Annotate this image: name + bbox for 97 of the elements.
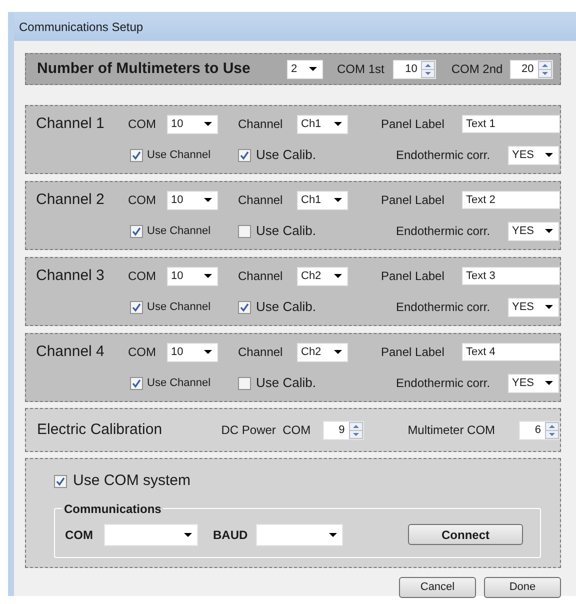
checkbox-label: Use Channel	[147, 148, 211, 163]
label: Panel Label	[381, 116, 446, 133]
dropdown[interactable]: YES	[508, 298, 559, 316]
checkmark-icon	[132, 302, 141, 312]
checkbox-label: Use Channel	[147, 224, 211, 239]
checkbox[interactable]	[130, 300, 143, 314]
dropdown[interactable]: Ch2	[297, 266, 348, 286]
checkbox[interactable]	[130, 376, 143, 390]
dropdown-caret-icon	[545, 229, 553, 233]
label: BAUD	[213, 526, 249, 544]
dropdown[interactable]: Ch2	[297, 342, 348, 362]
spin-field[interactable]: 6	[519, 420, 560, 440]
label: DC Power COM	[221, 422, 312, 439]
dropdown-caret-icon	[329, 532, 337, 536]
label: COM	[128, 268, 157, 285]
checkbox-label: Use Calib.	[256, 146, 316, 164]
label: Endothermic corr.	[396, 147, 492, 164]
spin-arrows-icon[interactable]	[421, 60, 436, 78]
checkbox-label: Use Calib.	[256, 374, 316, 392]
label: Panel Label	[381, 344, 446, 361]
connect-button[interactable]: Connect	[408, 524, 523, 545]
label: Endothermic corr.	[396, 299, 492, 316]
dialog-button[interactable]: Done	[484, 577, 561, 598]
checkmark-icon	[56, 476, 65, 486]
checkbox[interactable]	[54, 474, 67, 488]
label: COM 1st	[337, 61, 384, 78]
label: COM	[128, 344, 157, 361]
channel-title: Channel 3	[36, 266, 106, 286]
checkbox-label: Use Calib.	[256, 222, 316, 240]
dropdown[interactable]: 10	[167, 342, 218, 362]
dialog-button[interactable]: Cancel	[399, 577, 476, 598]
dropdown[interactable]: 10	[167, 114, 218, 134]
dropdown-caret-icon	[545, 381, 553, 385]
channel-title: Channel 1	[36, 114, 106, 134]
spin-arrows-icon[interactable]	[348, 422, 363, 438]
checkmark-icon	[132, 150, 141, 160]
dropdown[interactable]: Ch1	[297, 190, 348, 210]
label: COM 2nd	[451, 61, 503, 78]
label: Channel	[238, 268, 284, 285]
dropdown-caret-icon	[334, 274, 342, 278]
dropdown-caret-icon	[184, 532, 192, 536]
label: Endothermic corr.	[396, 375, 492, 392]
dropdown-caret-icon	[204, 198, 212, 202]
dropdown[interactable]: YES	[508, 222, 559, 240]
spin-field[interactable]: 10	[393, 60, 436, 78]
dropdown[interactable]: 10	[167, 266, 218, 286]
label: Endothermic corr.	[396, 223, 492, 240]
label: Panel Label	[381, 192, 446, 209]
dropdown[interactable]: YES	[508, 146, 559, 164]
checkbox-label: Use Channel	[147, 300, 211, 315]
window-title: Communications Setup	[19, 19, 144, 36]
dropdown-caret-icon	[334, 122, 342, 126]
text-field[interactable]: Text 3	[462, 267, 560, 285]
dropdown-caret-icon	[334, 350, 342, 354]
dropdown-caret-icon	[204, 350, 212, 354]
checkbox[interactable]	[238, 224, 251, 238]
dropdown-caret-icon	[204, 274, 212, 278]
checkbox-label: Use Channel	[147, 376, 211, 391]
label: Channel	[238, 192, 284, 209]
channel-title: Channel 4	[36, 342, 106, 362]
label: COM	[128, 192, 157, 209]
label: COM	[65, 526, 94, 544]
checkmark-icon	[240, 150, 249, 160]
section-title: Number of Multimeters to Use	[37, 58, 252, 79]
checkmark-icon	[240, 302, 249, 312]
label: COM	[128, 116, 157, 133]
checkbox[interactable]	[238, 148, 251, 162]
spin-arrows-icon[interactable]	[538, 60, 552, 78]
dropdown[interactable]: 10	[167, 190, 218, 210]
checkbox-label: Use COM system	[73, 471, 191, 491]
label: Channel	[238, 116, 284, 133]
dropdown[interactable]: Ch1	[297, 114, 348, 134]
checkbox[interactable]	[130, 224, 143, 238]
dropdown-caret-icon	[545, 305, 553, 309]
text-field[interactable]: Text 4	[462, 343, 560, 361]
label: Multimeter COM	[408, 422, 496, 439]
dropdown-caret-icon	[309, 67, 317, 71]
spin-field[interactable]: 9	[322, 420, 364, 440]
dropdown[interactable]: YES	[508, 374, 559, 392]
checkmark-icon	[132, 378, 141, 388]
checkmark-icon	[132, 226, 141, 236]
spin-arrows-icon[interactable]	[545, 422, 559, 438]
text-field[interactable]: Text 2	[462, 191, 560, 209]
section-title: Electric Calibration	[37, 420, 164, 440]
label: Panel Label	[381, 268, 446, 285]
dropdown[interactable]: 2	[287, 60, 323, 78]
dropdown-caret-icon	[545, 153, 553, 157]
text-field[interactable]: Text 1	[462, 115, 560, 133]
label: Channel	[238, 344, 284, 361]
checkbox[interactable]	[130, 148, 143, 162]
checkbox-label: Use Calib.	[256, 298, 316, 316]
checkbox[interactable]	[238, 376, 251, 390]
dropdown-caret-icon	[204, 122, 212, 126]
dropdown-caret-icon	[334, 198, 342, 202]
channel-title: Channel 2	[36, 190, 106, 210]
checkbox[interactable]	[238, 300, 251, 314]
spin-field[interactable]: 20	[510, 60, 553, 78]
